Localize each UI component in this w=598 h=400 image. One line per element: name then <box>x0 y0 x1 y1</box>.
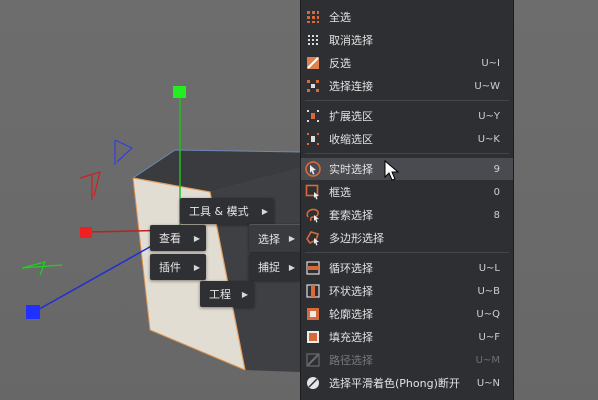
menu-item-label: 填充选择 <box>329 331 373 344</box>
menu-item-shrink-selection[interactable]: 收缩选区 U~K <box>301 128 513 150</box>
popup-view[interactable]: 查看 ▶ <box>150 225 206 251</box>
menu-item-live-selection[interactable]: 实时选择 9 <box>301 158 513 180</box>
invert-selection-icon <box>304 55 321 72</box>
popup-plugins-label: 插件 <box>159 261 181 274</box>
menu-item-select-connected[interactable]: 选择连接 U~W <box>301 75 513 97</box>
popup-select-label: 选择 <box>258 232 280 246</box>
menu-item-select-all[interactable]: 全选 <box>301 6 513 28</box>
menu-item-label: 取消选择 <box>329 34 373 47</box>
z-rotation-wing <box>114 139 134 163</box>
loop-selection-icon <box>304 260 321 277</box>
popup-project[interactable]: 工程 ▶ <box>200 281 254 307</box>
deselect-icon <box>304 32 321 49</box>
path-selection-icon <box>304 352 321 369</box>
menu-item-label: 扩展选区 <box>329 110 373 123</box>
menu-item-phong-break-selection[interactable]: 选择平滑着色(Phong)断开 U~N <box>301 372 513 394</box>
menu-item-grow-selection[interactable]: 扩展选区 U~Y <box>301 105 513 127</box>
menu-item-polygon-selection[interactable]: 多边形选择 <box>301 227 513 249</box>
menu-item-label: 选择连接 <box>329 80 373 93</box>
popup-select[interactable]: 选择 ▶ <box>249 224 301 252</box>
menu-separator <box>305 252 509 253</box>
menu-item-label: 环状选择 <box>329 285 373 298</box>
shrink-selection-icon <box>304 131 321 148</box>
menu-item-fill-selection[interactable]: 填充选择 U~F <box>301 326 513 348</box>
menu-item-label: 轮廓选择 <box>329 308 373 321</box>
menu-item-loop-selection[interactable]: 循环选择 U~L <box>301 257 513 279</box>
select-connected-icon <box>304 78 321 95</box>
menu-item-label: 套索选择 <box>329 209 373 222</box>
popup-view-label: 查看 <box>159 232 181 245</box>
menu-item-label: 反选 <box>329 57 351 70</box>
menu-item-label: 收缩选区 <box>329 133 373 146</box>
selection-menu: 全选 取消选择 反选 U~I 选择连接 U~W 扩展选区 U~Y 收缩选区 U~… <box>300 0 514 400</box>
menu-item-lasso-selection[interactable]: 套索选择 8 <box>301 204 513 226</box>
menu-item-shortcut: U~B <box>477 285 500 297</box>
z-axis-handle <box>26 305 40 319</box>
chevron-right-icon: ▶ <box>241 289 248 299</box>
menu-item-invert-selection[interactable]: 反选 U~I <box>301 52 513 74</box>
grow-selection-icon <box>304 108 321 125</box>
mouse-cursor-icon <box>384 160 400 181</box>
chevron-right-icon: ▶ <box>193 262 200 272</box>
menu-item-label: 全选 <box>329 11 351 24</box>
popup-snap[interactable]: 捕捉 ▶ <box>249 254 301 280</box>
rectangle-selection-icon <box>304 184 321 201</box>
y-rotation-wing <box>21 261 46 276</box>
menu-item-shortcut: 0 <box>493 186 500 198</box>
menu-item-shortcut: U~M <box>475 354 500 366</box>
fill-selection-icon <box>304 329 321 346</box>
menu-item-rectangle-selection[interactable]: 框选 0 <box>301 181 513 203</box>
live-selection-icon <box>304 161 321 178</box>
menu-item-shortcut: 9 <box>493 163 500 175</box>
outline-selection-icon <box>304 306 321 323</box>
chevron-right-icon: ▶ <box>261 206 268 216</box>
menu-item-label: 实时选择 <box>329 163 373 176</box>
menu-item-shortcut: 8 <box>493 209 500 221</box>
popup-tools-modes[interactable]: 工具 & 模式 ▶ <box>180 198 274 224</box>
menu-item-shortcut: U~W <box>474 80 500 92</box>
popup-tools-modes-label: 工具 & 模式 <box>189 205 249 218</box>
menu-item-shortcut: U~Y <box>478 110 500 122</box>
select-all-icon <box>304 9 321 26</box>
menu-item-shortcut: U~N <box>476 377 500 389</box>
menu-item-outline-selection[interactable]: 轮廓选择 U~Q <box>301 303 513 325</box>
menu-item-label: 框选 <box>329 186 351 199</box>
chevron-right-icon: ▶ <box>288 234 295 243</box>
phong-break-selection-icon <box>304 375 321 392</box>
ring-selection-icon <box>304 283 321 300</box>
menu-item-label: 循环选择 <box>329 262 373 275</box>
menu-item-label: 选择平滑着色(Phong)断开 <box>329 377 460 390</box>
polygon-selection-icon <box>304 230 321 247</box>
menu-item-shortcut: U~L <box>478 262 500 274</box>
menu-item-label: 路径选择 <box>329 354 373 367</box>
popup-snap-label: 捕捉 <box>258 261 280 274</box>
y-axis-handle <box>173 86 186 98</box>
lasso-selection-icon <box>304 207 321 224</box>
chevron-right-icon: ▶ <box>193 233 200 243</box>
menu-separator <box>305 153 509 154</box>
menu-item-shortcut: U~I <box>481 57 500 69</box>
popup-plugins[interactable]: 插件 ▶ <box>150 254 206 280</box>
menu-item-shortcut: U~K <box>477 133 500 145</box>
popup-project-label: 工程 <box>209 288 231 301</box>
x-axis-handle <box>80 227 92 238</box>
menu-item-shortcut: U~F <box>478 331 500 343</box>
chevron-right-icon: ▶ <box>288 262 295 272</box>
x-rotation-wing <box>79 171 101 197</box>
menu-separator <box>305 100 509 101</box>
menu-item-label: 多边形选择 <box>329 232 384 245</box>
menu-item-path-selection: 路径选择 U~M <box>301 349 513 371</box>
menu-item-deselect[interactable]: 取消选择 <box>301 29 513 51</box>
menu-item-ring-selection[interactable]: 环状选择 U~B <box>301 280 513 302</box>
menu-item-shortcut: U~Q <box>476 308 500 320</box>
